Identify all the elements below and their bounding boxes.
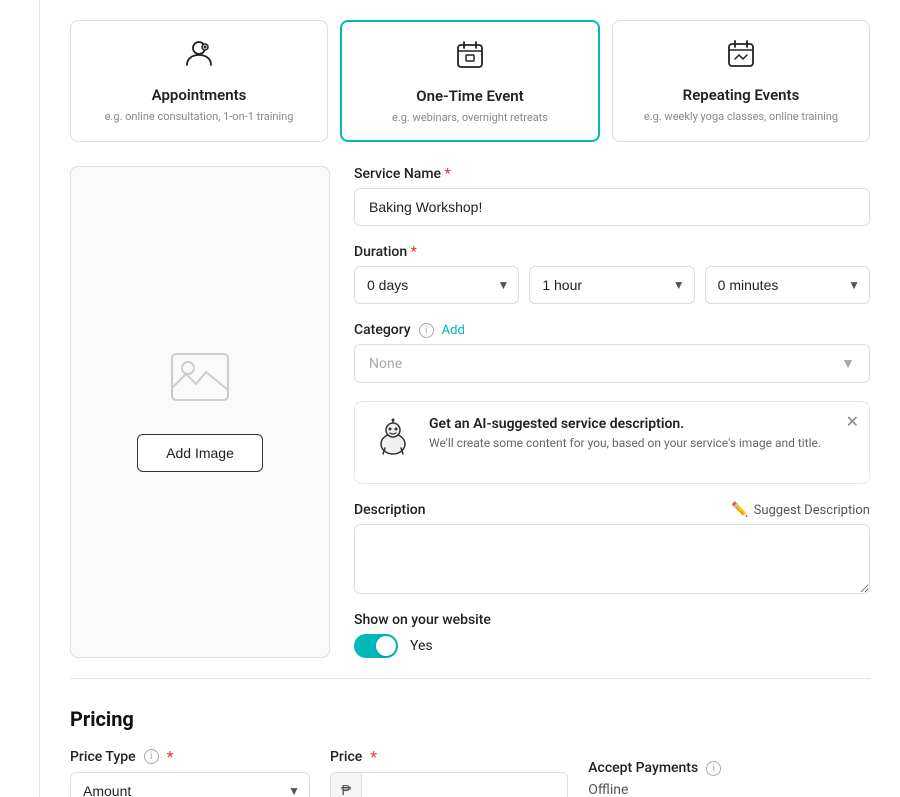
pricing-row: Price Type i * Amount Free Variable pric… <box>70 747 870 797</box>
description-field: Description ✏️ Suggest Description <box>354 502 870 594</box>
tab-one-time-event[interactable]: One-Time Event e.g. webinars, overnight … <box>340 20 600 142</box>
price-input-wrapper: ₱ <box>330 772 568 797</box>
category-field: Category i Add None ▼ <box>354 322 870 383</box>
repeating-events-icon <box>725 37 757 76</box>
service-name-label: Service Name * <box>354 166 870 182</box>
description-label: Description <box>354 502 426 518</box>
ai-robot-icon <box>371 416 415 469</box>
suggest-description-link[interactable]: ✏️ Suggest Description <box>731 502 870 518</box>
price-type-label-row: Price Type i * <box>70 747 310 766</box>
ai-banner-title: Get an AI-suggested service description. <box>429 416 821 432</box>
description-label-row: Description ✏️ Suggest Description <box>354 502 870 518</box>
pricing-section: Pricing Price Type i * Amount Free Varia… <box>70 699 870 797</box>
show-website-label: Show on your website <box>354 612 870 628</box>
appointments-subtitle: e.g. online consultation, 1-on-1 trainin… <box>105 110 294 123</box>
service-name-input[interactable] <box>354 188 870 226</box>
ai-banner: Get an AI-suggested service description.… <box>354 401 870 484</box>
toggle-row: Yes <box>354 634 870 658</box>
one-time-event-subtitle: e.g. webinars, overnight retreats <box>392 111 548 124</box>
sidebar <box>0 0 40 797</box>
repeating-events-title: Repeating Events <box>683 86 800 104</box>
one-time-event-title: One-Time Event <box>416 87 523 105</box>
accept-payments-label: Accept Payments <box>588 760 698 776</box>
duration-field: Duration * 0 days 1 day 2 days ▼ <box>354 244 870 304</box>
category-select[interactable]: None ▼ <box>354 344 870 383</box>
form-area: Add Image Service Name * Duration * <box>70 166 870 658</box>
category-add-link[interactable]: Add <box>442 323 465 338</box>
accept-payments-value: Offline <box>588 782 870 797</box>
website-toggle[interactable] <box>354 634 398 658</box>
appointments-icon <box>183 37 215 76</box>
category-none-label: None <box>369 356 402 372</box>
ai-banner-close-button[interactable]: ✕ <box>846 412 859 432</box>
category-chevron: ▼ <box>841 355 855 372</box>
duration-hours-wrapper: 0 hours 1 hour 2 hours 3 hours ▼ <box>529 266 694 304</box>
duration-required: * <box>411 244 417 260</box>
pricing-title: Pricing <box>70 707 870 731</box>
price-type-field: Price Type i * Amount Free Variable pric… <box>70 747 310 797</box>
price-field: Price * ₱ <box>330 747 568 797</box>
price-type-info-icon[interactable]: i <box>144 749 159 764</box>
category-label-row: Category i Add <box>354 322 870 338</box>
accept-payments-label-row: Accept Payments i <box>588 760 870 776</box>
price-label: Price <box>330 749 362 765</box>
duration-days-select[interactable]: 0 days 1 day 2 days <box>354 266 519 304</box>
price-type-required: * <box>167 747 174 766</box>
duration-minutes-wrapper: 0 minutes 15 minutes 30 minutes 45 minut… <box>705 266 870 304</box>
service-name-field: Service Name * <box>354 166 870 226</box>
accept-payments-info-icon[interactable]: i <box>706 761 721 776</box>
accept-payments-field: Accept Payments i Offline <box>588 760 870 797</box>
duration-minutes-select[interactable]: 0 minutes 15 minutes 30 minutes 45 minut… <box>705 266 870 304</box>
show-website-field: Show on your website Yes <box>354 612 870 658</box>
ai-banner-text: Get an AI-suggested service description.… <box>429 416 821 450</box>
duration-hours-select[interactable]: 0 hours 1 hour 2 hours 3 hours <box>529 266 694 304</box>
suggest-icon: ✏️ <box>731 502 748 518</box>
main-content: Appointments e.g. online consultation, 1… <box>40 0 900 797</box>
ai-banner-desc: We'll create some content for you, based… <box>429 436 821 450</box>
image-section: Add Image <box>70 166 330 658</box>
fields-section: Service Name * Duration * 0 days 1 day <box>354 166 870 658</box>
service-type-tabs: Appointments e.g. online consultation, 1… <box>70 20 870 142</box>
price-type-label: Price Type <box>70 749 136 765</box>
section-divider <box>70 678 870 679</box>
duration-label: Duration * <box>354 244 870 260</box>
one-time-event-icon <box>454 38 486 77</box>
price-type-select[interactable]: Amount Free Variable price <box>70 772 310 797</box>
add-image-button[interactable]: Add Image <box>137 434 263 472</box>
duration-days-wrapper: 0 days 1 day 2 days ▼ <box>354 266 519 304</box>
service-name-required: * <box>445 166 451 182</box>
suggest-description-text: Suggest Description <box>754 503 870 518</box>
tab-repeating-events[interactable]: Repeating Events e.g. weekly yoga classe… <box>612 20 870 142</box>
duration-row: 0 days 1 day 2 days ▼ 0 hours 1 hour 2 h… <box>354 266 870 304</box>
image-placeholder-icon <box>170 352 230 414</box>
currency-symbol: ₱ <box>331 773 362 797</box>
price-required: * <box>370 747 377 766</box>
toggle-value-label: Yes <box>410 638 433 654</box>
description-textarea[interactable] <box>354 524 870 594</box>
appointments-title: Appointments <box>152 86 247 104</box>
price-input[interactable] <box>362 773 567 797</box>
repeating-events-subtitle: e.g. weekly yoga classes, online trainin… <box>644 110 838 123</box>
tab-appointments[interactable]: Appointments e.g. online consultation, 1… <box>70 20 328 142</box>
category-info-icon[interactable]: i <box>419 323 434 338</box>
price-label-row: Price * <box>330 747 568 766</box>
price-type-select-wrapper: Amount Free Variable price ▼ <box>70 772 310 797</box>
toggle-knob <box>376 636 396 656</box>
category-label: Category <box>354 322 411 338</box>
